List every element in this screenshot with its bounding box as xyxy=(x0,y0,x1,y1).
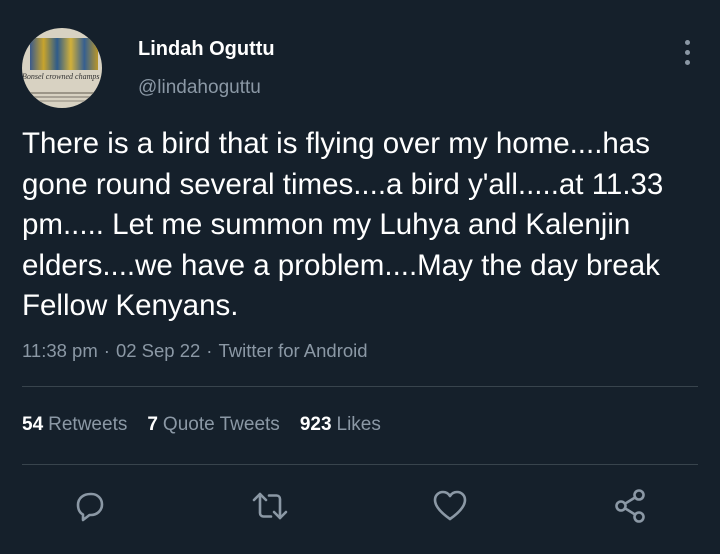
likes-stat[interactable]: 923 Likes xyxy=(300,414,381,435)
avatar-caption: Bonsel crowned champs / Fortune Sacco pr… xyxy=(22,72,102,81)
retweets-stat[interactable]: 54 Retweets xyxy=(22,414,127,435)
likes-label: Likes xyxy=(336,414,381,435)
quotes-label: Quote Tweets xyxy=(162,414,280,435)
avatar[interactable]: Bonsel crowned champs / Fortune Sacco pr… xyxy=(22,28,102,108)
divider xyxy=(22,386,698,387)
retweets-count: 54 xyxy=(22,414,44,435)
quotes-count: 7 xyxy=(147,414,158,435)
likes-count: 923 xyxy=(299,414,332,435)
quote-tweets-stat[interactable]: 7 Quote Tweets xyxy=(147,414,279,435)
tweet-text: There is a bird that is flying over my h… xyxy=(22,127,664,322)
separator: · xyxy=(206,340,213,361)
tweet-time[interactable]: 11:38 pm xyxy=(22,340,98,361)
tweet-source[interactable]: Twitter for Android xyxy=(218,340,367,361)
tweet-date[interactable]: 02 Sep 22 xyxy=(116,340,200,361)
more-options-icon[interactable] xyxy=(672,38,702,68)
like-icon[interactable] xyxy=(430,486,470,526)
retweet-icon[interactable] xyxy=(250,486,290,526)
avatar-photo xyxy=(30,38,98,70)
separator: · xyxy=(103,340,110,361)
share-icon[interactable] xyxy=(610,486,650,526)
reply-icon[interactable] xyxy=(70,486,110,526)
avatar-newsprint xyxy=(28,92,96,94)
author-handle[interactable]: @lindahoguttu xyxy=(138,77,261,99)
tweet-metadata: 11:38 pm · 02 Sep 22 · Twitter for Android xyxy=(22,340,368,362)
author-name[interactable]: Lindah Oguttu xyxy=(138,38,275,61)
divider xyxy=(22,464,698,465)
tweet-stats: 54 Retweets 7 Quote Tweets 923 Likes xyxy=(22,414,401,436)
retweets-label: Retweets xyxy=(48,414,128,435)
tweet-header: Bonsel crowned champs / Fortune Sacco pr… xyxy=(22,28,702,108)
action-bar xyxy=(0,486,720,526)
